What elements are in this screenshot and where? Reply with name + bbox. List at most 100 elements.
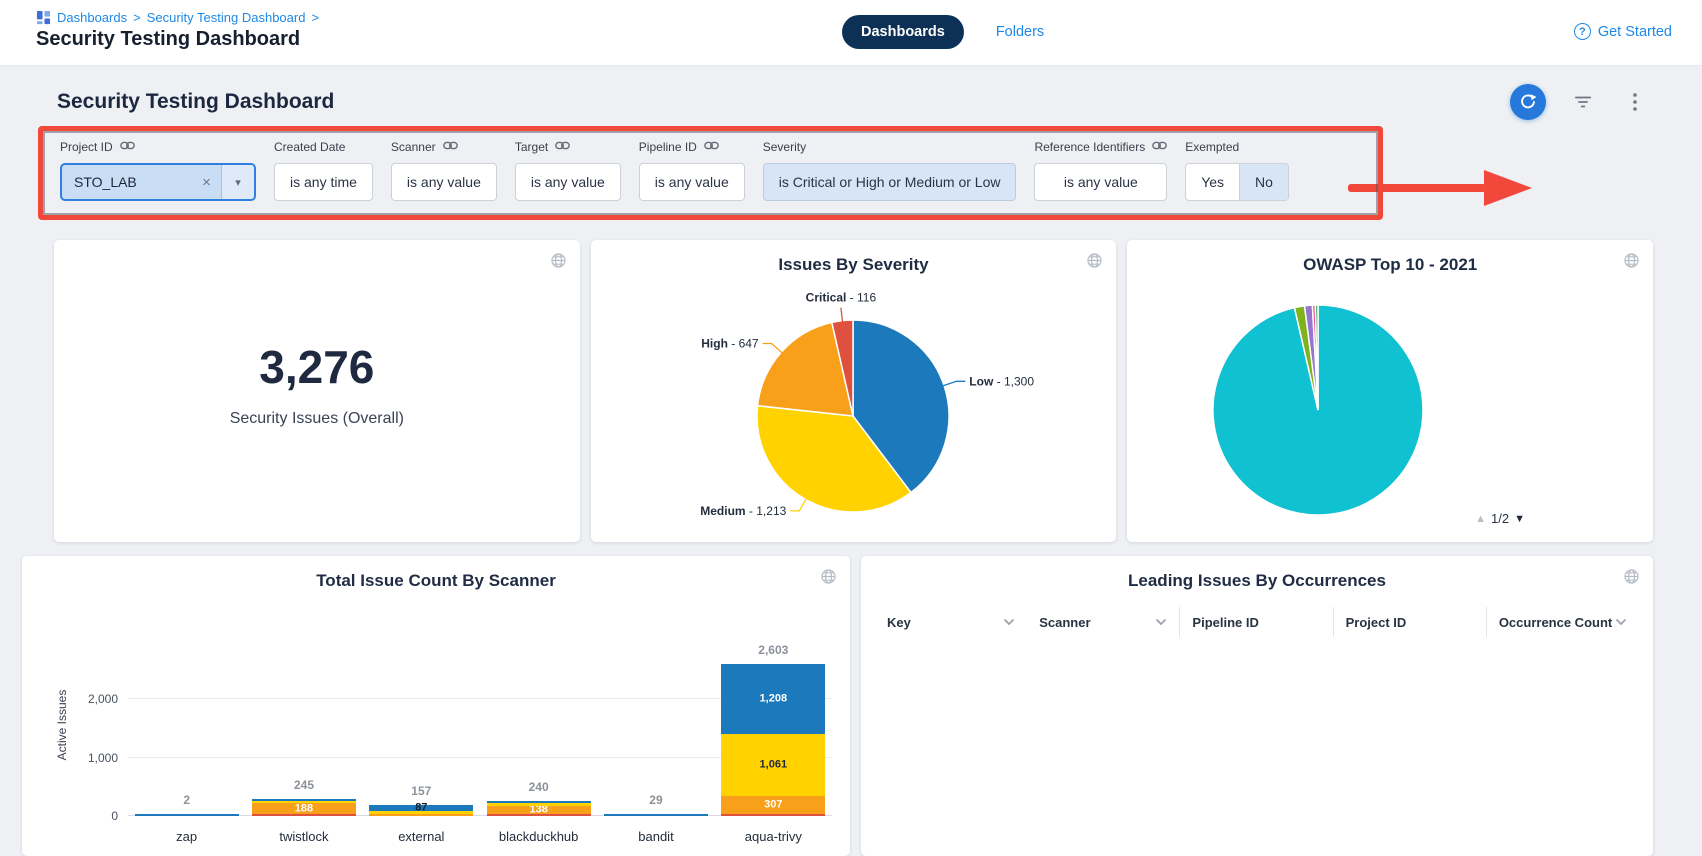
dashboard-toolbar: Security Testing Dashboard	[0, 80, 1702, 124]
column-header-project-id[interactable]: Project ID	[1333, 607, 1486, 637]
filter-project_id: Project IDSTO_LAB×▾	[60, 140, 256, 201]
sort-chevron-icon[interactable]	[1003, 618, 1015, 626]
exempted-option-yes[interactable]: Yes	[1186, 164, 1239, 200]
dashboard-title: Security Testing Dashboard	[57, 90, 334, 114]
stacked-bar-blackduckhub[interactable]: 138	[487, 801, 591, 816]
stacked-bar-external[interactable]: 87	[369, 805, 473, 816]
bar-column-aqua-trivy: 3071,0611,2082,603aqua-trivy	[715, 628, 832, 816]
bar-total-label: 245	[245, 778, 362, 792]
bar-column-twistlock: 188245twistlock	[245, 628, 362, 816]
column-header-pipeline-id[interactable]: Pipeline ID	[1179, 607, 1332, 637]
filter-value-reference_identifiers[interactable]: is any value	[1034, 163, 1167, 201]
chevron-down-icon	[1155, 618, 1167, 626]
bar-segment-value: 188	[252, 803, 356, 814]
bar-segment-value: 87	[369, 802, 473, 813]
page-down-icon[interactable]: ▼	[1514, 513, 1525, 525]
kpi-label: Security Issues (Overall)	[54, 410, 580, 428]
bar-segment-low[interactable]	[487, 801, 591, 804]
globe-icon	[1623, 252, 1640, 269]
category-label-twistlock: twistlock	[245, 829, 362, 844]
globe-icon	[1623, 568, 1640, 585]
bar-segment-high[interactable]: 138	[487, 806, 591, 814]
bar-segment-medium[interactable]: 1,061	[721, 734, 825, 796]
globe-icon	[1086, 252, 1103, 269]
clear-icon[interactable]: ×	[192, 165, 222, 199]
bar-segment-high[interactable]	[369, 814, 473, 816]
dashboard-filter-icon[interactable]	[1568, 87, 1598, 117]
column-label: Key	[887, 615, 911, 630]
filter-exempted: ExemptedYesNo	[1185, 140, 1289, 201]
filter-label-scanner: Scanner	[391, 140, 497, 154]
bar-segment-low[interactable]	[252, 799, 356, 801]
header-tabs: Dashboards Folders	[842, 15, 1050, 49]
stacked-bar-zap[interactable]	[135, 814, 239, 816]
bar-segment-low[interactable]	[135, 814, 239, 816]
filter-value-scanner[interactable]: is any value	[391, 163, 497, 201]
bar-segment-medium[interactable]	[487, 803, 591, 806]
column-label: Occurrence Count	[1499, 615, 1612, 630]
stacked-bar-twistlock[interactable]: 188	[252, 799, 356, 816]
bar-segment-value: 1,061	[721, 760, 825, 771]
chevron-down-icon	[1003, 618, 1015, 626]
severity-chart-card: Issues By Severity Low - 1,300Medium - 1…	[591, 240, 1117, 542]
owasp-pie-chart	[1128, 279, 1653, 537]
project-id-value: STO_LAB	[62, 165, 192, 199]
filter-value-pipeline_id[interactable]: is any value	[639, 163, 745, 201]
pie-label: Low - 1,300	[969, 374, 1034, 388]
tab-dashboards[interactable]: Dashboards	[842, 15, 964, 49]
breadcrumb-dashboards[interactable]: Dashboards	[57, 10, 127, 25]
sort-chevron-icon[interactable]	[1615, 618, 1627, 626]
more-options-icon[interactable]	[1620, 87, 1650, 117]
bar-total-label: 240	[480, 780, 597, 794]
filter-label-severity: Severity	[763, 140, 1017, 154]
dropdown-caret-icon[interactable]: ▾	[222, 165, 254, 199]
stacked-bar-bandit[interactable]	[604, 814, 708, 816]
top-header: Dashboards > Security Testing Dashboard …	[0, 0, 1702, 66]
bar-segment-critical[interactable]	[721, 814, 825, 816]
filter-value-created_date[interactable]: is any time	[274, 163, 373, 201]
bar-segment-critical[interactable]	[252, 814, 356, 816]
bar-segment-high[interactable]: 188	[252, 803, 356, 814]
stacked-bar-aqua-trivy[interactable]: 307 1,061 1,208	[721, 664, 825, 816]
refresh-button[interactable]	[1510, 84, 1546, 120]
bar-segment-high[interactable]: 307	[721, 796, 825, 814]
column-label: Scanner	[1039, 615, 1090, 630]
bar-segment-low[interactable]	[604, 814, 708, 816]
bar-segment-medium[interactable]	[252, 801, 356, 803]
scanner-chart-card: Total Issue Count By Scanner Active Issu…	[22, 556, 850, 856]
project-id-input[interactable]: STO_LAB×▾	[60, 163, 256, 201]
category-label-bandit: bandit	[597, 829, 714, 844]
tab-folders[interactable]: Folders	[990, 23, 1050, 41]
breadcrumb-current[interactable]: Security Testing Dashboard	[147, 10, 306, 25]
bar-column-bandit: 29bandit	[597, 628, 714, 816]
column-header-occurrence-count[interactable]: Occurrence Count	[1486, 607, 1639, 637]
bar-total-label: 157	[363, 784, 480, 798]
bar-segment-low[interactable]: 87	[369, 805, 473, 810]
exempted-option-no[interactable]: No	[1239, 164, 1288, 200]
globe-icon	[820, 568, 837, 585]
bar-segment-value: 138	[487, 804, 591, 815]
filter-label-text: Scanner	[391, 140, 436, 154]
y-tick-label: 1,000	[88, 751, 118, 765]
filter-value-severity[interactable]: is Critical or High or Medium or Low	[763, 163, 1017, 201]
bar-segment-low[interactable]: 1,208	[721, 664, 825, 735]
filter-created_date: Created Dateis any time	[274, 140, 373, 201]
page-indicator: 1/2	[1491, 511, 1509, 526]
link-icon	[120, 140, 135, 154]
filter-target: Targetis any value	[515, 140, 621, 201]
page-up-icon[interactable]: ▲	[1475, 513, 1486, 525]
leading-issues-title: Leading Issues By Occurrences	[861, 556, 1653, 591]
refresh-icon	[1519, 93, 1537, 111]
filter-value-target[interactable]: is any value	[515, 163, 621, 201]
sort-chevron-icon[interactable]	[1155, 618, 1167, 626]
column-header-key[interactable]: Key	[875, 607, 1027, 637]
severity-pie-chart: Low - 1,300Medium - 1,213High - 647Criti…	[591, 279, 1116, 531]
bar-total-label: 29	[597, 793, 714, 807]
bar-plot-area: 01,0002,0002zap188245twistlock87157exter…	[128, 628, 832, 816]
column-header-scanner[interactable]: Scanner	[1027, 607, 1179, 637]
pie-label: High - 647	[701, 337, 759, 351]
leading-issues-card: Leading Issues By Occurrences Key Scanner…	[861, 556, 1653, 856]
annotation-highlight-box: Project IDSTO_LAB×▾ Created Dateis any ti…	[38, 126, 1383, 220]
filter-label-pipeline_id: Pipeline ID	[639, 140, 745, 154]
get-started-link[interactable]: ? Get Started	[1574, 23, 1672, 40]
